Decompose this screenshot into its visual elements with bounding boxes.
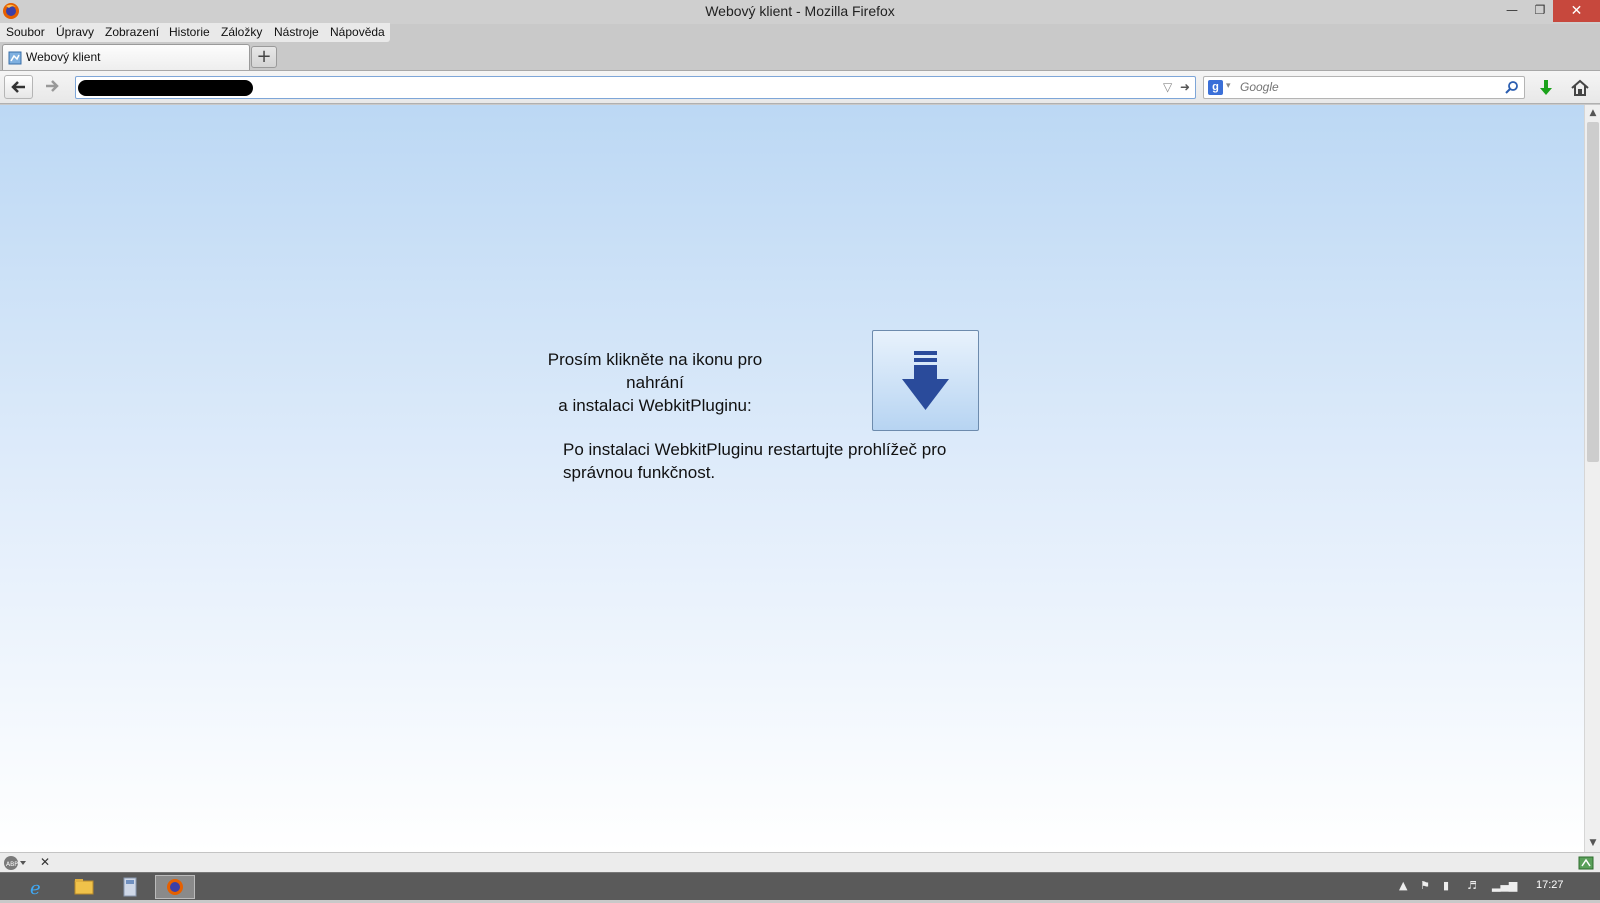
svg-text:e: e — [30, 878, 41, 899]
downloads-icon[interactable] — [1536, 78, 1556, 98]
back-button[interactable] — [4, 75, 33, 99]
install-prompt-line2: a instalaci WebkitPluginu: — [558, 396, 752, 415]
restart-note: Po instalaci WebkitPluginu restartujte p… — [563, 438, 1003, 484]
close-window-button[interactable]: ✕ — [1553, 0, 1600, 22]
tab-label: Webový klient — [26, 50, 101, 64]
window-title: Webový klient - Mozilla Firefox — [705, 3, 895, 19]
menu-zobrazeni[interactable]: Zobrazení — [105, 25, 159, 39]
close-addon-bar-icon[interactable]: ✕ — [40, 855, 50, 869]
scroll-thumb[interactable] — [1587, 122, 1599, 462]
url-bar[interactable]: ▽ ➜ — [75, 76, 1196, 99]
action-center-flag-icon[interactable]: ⚑ — [1420, 879, 1430, 892]
menu-nastroje[interactable]: Nástroje — [274, 25, 319, 39]
url-history-dropdown-icon[interactable]: ▽ — [1163, 80, 1172, 94]
plugin-download-button[interactable] — [872, 330, 979, 431]
back-arrow-icon — [11, 81, 25, 93]
page-favicon-icon — [8, 51, 22, 65]
addon-bar: ABP ✕ — [0, 852, 1600, 872]
internet-explorer-taskbar-icon[interactable]: e — [18, 875, 58, 899]
vertical-scrollbar[interactable]: ▲ ▼ — [1584, 105, 1600, 852]
menu-upravy[interactable]: Úpravy — [56, 25, 94, 39]
new-tab-button[interactable]: + — [251, 46, 277, 68]
taskbar-clock[interactable]: 17:27 — [1536, 879, 1564, 891]
network-signal-icon[interactable]: ▂▄▆ — [1492, 879, 1517, 892]
taskbar: e ▲ ⚑ ▮ ♬ ▂▄▆ 17:27 — [0, 872, 1600, 900]
calculator-taskbar-icon[interactable] — [110, 875, 150, 899]
show-hidden-icons-icon[interactable]: ▲ — [1399, 879, 1407, 892]
file-explorer-taskbar-icon[interactable] — [64, 875, 104, 899]
google-engine-icon[interactable]: g — [1208, 80, 1223, 95]
menu-bar: Soubor Úpravy Zobrazení Historie Záložky… — [0, 23, 390, 42]
forward-button[interactable] — [39, 75, 68, 99]
scroll-down-icon[interactable]: ▼ — [1588, 838, 1598, 848]
minimize-button[interactable]: — — [1497, 0, 1527, 22]
menu-zalozky[interactable]: Záložky — [221, 25, 262, 39]
restore-button[interactable]: ❐ — [1525, 0, 1555, 22]
tab-webovy-klient[interactable]: Webový klient — [2, 44, 250, 70]
menu-napoveda[interactable]: Nápověda — [330, 25, 385, 39]
search-bar[interactable]: g ▾ — [1203, 76, 1525, 99]
engine-dropdown-icon[interactable]: ▾ — [1226, 81, 1231, 91]
redacted-url — [78, 80, 253, 96]
menu-historie[interactable]: Historie — [169, 25, 210, 39]
search-magnifier-icon[interactable] — [1504, 79, 1520, 95]
power-icon[interactable]: ▮ — [1443, 879, 1449, 892]
home-icon[interactable] — [1570, 78, 1590, 98]
menu-soubor[interactable]: Soubor — [6, 25, 45, 39]
go-arrow-icon[interactable]: ➜ — [1180, 80, 1190, 94]
page-content: Prosím klikněte na ikonu pro nahrání a i… — [0, 105, 1584, 852]
addon-status-icon[interactable] — [1578, 855, 1594, 871]
forward-arrow-icon — [46, 80, 59, 92]
volume-icon[interactable]: ♬ — [1467, 879, 1477, 892]
navigation-bar: ▽ ➜ g ▾ — [0, 70, 1600, 104]
search-input[interactable] — [1240, 80, 1500, 94]
download-arrow-icon — [902, 351, 949, 410]
tab-strip: Webový klient + — [0, 42, 1600, 70]
install-prompt: Prosím klikněte na ikonu pro nahrání a i… — [530, 348, 780, 417]
restart-note-line1: Po instalaci WebkitPluginu restartujte p… — [563, 440, 947, 459]
install-prompt-line1: Prosím klikněte na ikonu pro nahrání — [547, 350, 763, 392]
scroll-up-icon[interactable]: ▲ — [1588, 108, 1598, 118]
svg-text:ABP: ABP — [6, 861, 18, 868]
firefox-taskbar-icon[interactable] — [155, 875, 195, 899]
restart-note-line2: správnou funkčnost. — [563, 463, 716, 482]
title-bar: Webový klient - Mozilla Firefox — ❐ ✕ — [0, 0, 1600, 24]
adblock-icon[interactable]: ABP — [3, 855, 27, 871]
